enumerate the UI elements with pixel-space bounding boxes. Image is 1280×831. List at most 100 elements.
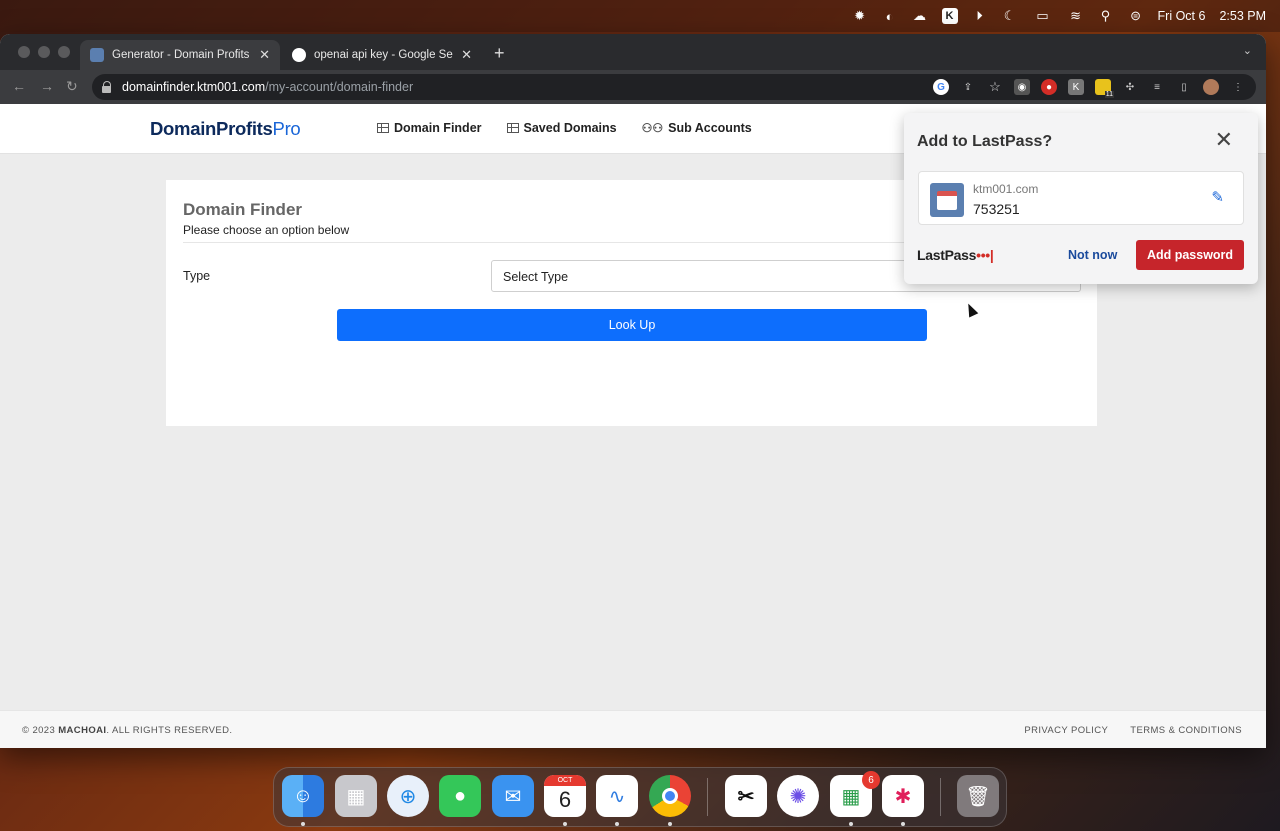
look-up-button[interactable]: Look Up (337, 309, 927, 341)
back-icon[interactable]: ← (12, 78, 26, 94)
app-icon[interactable]: ◐ (882, 8, 898, 24)
extension-badge-icon[interactable]: 11 (1095, 79, 1114, 98)
card-subtitle: Please choose an option below (183, 223, 350, 237)
tab-bar: Generator - Domain Profits Pr ✕ openai a… (0, 34, 1266, 70)
lastpass-extension-icon[interactable]: ● (1041, 79, 1057, 95)
not-now-button[interactable]: Not now (1068, 248, 1117, 262)
calendar-icon (930, 183, 964, 217)
site-footer: © 2023 MACHOAI. ALL RIGHTS RESERVED. PRI… (0, 710, 1266, 748)
running-indicator (849, 822, 853, 826)
nav-label: Sub Accounts (668, 121, 752, 135)
dock-separator (707, 778, 708, 816)
puzzle-icon[interactable]: ✣ (1122, 79, 1138, 95)
pencil-icon[interactable]: ✎ (1211, 188, 1224, 206)
lock-icon[interactable] (102, 81, 112, 93)
reading-list-icon[interactable]: ≡ (1149, 79, 1165, 95)
reload-icon[interactable]: ↻ (66, 78, 78, 95)
creative-cloud-icon[interactable]: ☁ (912, 8, 928, 24)
tab-google-search[interactable]: openai api key - Google Searc ✕ (282, 40, 482, 70)
running-indicator (615, 822, 619, 826)
settings-icon[interactable]: ✹ (852, 8, 868, 24)
messages-icon[interactable]: ● (439, 775, 481, 817)
calendar-app-icon[interactable]: OCT 6 (544, 775, 586, 817)
launchpad-icon[interactable]: ▦ (335, 775, 377, 817)
trash-icon[interactable]: 🗑 (957, 775, 999, 817)
nav-saved-domains[interactable]: Saved Domains (506, 121, 617, 135)
safari-icon[interactable]: ⊕ (387, 775, 429, 817)
running-indicator (668, 822, 672, 826)
wifi-icon[interactable]: ≋ (1068, 8, 1084, 24)
extensions-row: G ⇪ ☆ ◉ ● K 11 ✣ ≡ ▯ ⋮ (933, 74, 1246, 100)
table-icon (506, 123, 519, 133)
menu-bar: ✹ ◐ ☁ K ⏵ ☾ ▭ ≋ ⚲ ⊜ Fri Oct 6 2:53 PM (0, 0, 1280, 32)
browser-toolbar: ← → ↻ domainfinder.ktm001.com/my-account… (0, 70, 1266, 104)
tab-title: Generator - Domain Profits Pr (112, 49, 252, 61)
control-center-icon[interactable]: ⊜ (1128, 8, 1144, 24)
star-icon[interactable]: ☆ (987, 79, 1003, 95)
close-window-button[interactable] (18, 46, 30, 58)
copyright-suffix: . ALL RIGHTS RESERVED. (106, 725, 233, 736)
nav-sub-accounts[interactable]: ⚇⚇ Sub Accounts (642, 121, 752, 135)
privacy-policy-link[interactable]: PRIVACY POLICY (1024, 725, 1108, 736)
app-store-download-icon[interactable]: ▦ 6 (830, 771, 880, 817)
credential-domain: ktm001.com (973, 182, 1039, 196)
slack-icon[interactable]: ✱ (882, 775, 924, 817)
chrome-icon[interactable] (649, 775, 691, 817)
site-favicon-icon (90, 48, 104, 62)
minimize-window-button[interactable] (38, 46, 50, 58)
profile-avatar[interactable] (1203, 79, 1219, 95)
moon-icon[interactable]: ☾ (1002, 8, 1018, 24)
google-favicon-icon (292, 48, 306, 62)
finder-icon[interactable]: ☺ (282, 775, 324, 817)
terms-conditions-link[interactable]: TERMS & CONDITIONS (1130, 725, 1242, 736)
capcut-icon[interactable]: ✂ (725, 775, 767, 817)
k-icon[interactable]: K (941, 8, 958, 24)
play-icon[interactable]: ⏵ (972, 8, 988, 24)
tab-title: openai api key - Google Searc (314, 49, 453, 61)
users-icon: ⚇⚇ (641, 121, 664, 135)
mail-icon[interactable]: ✉ (492, 775, 534, 817)
url-path: /my-account/domain-finder (265, 80, 414, 94)
share-icon[interactable]: ⇪ (960, 79, 976, 95)
dock: ☺ ▦ ⊕ ● ✉ OCT 6 ∿ ✂ ✺ ▦ 6 ✱ 🗑 (273, 767, 1007, 827)
perplexity-icon[interactable]: ✺ (777, 775, 819, 817)
logo-text-main: DomainProfits (150, 118, 273, 139)
menubar-date[interactable]: Fri Oct 6 (1158, 9, 1206, 23)
lastpass-logo-dots: •••| (976, 247, 994, 263)
address-bar[interactable]: domainfinder.ktm001.com/my-account/domai… (92, 74, 1256, 100)
add-password-button[interactable]: Add password (1136, 240, 1244, 270)
table-icon (377, 123, 389, 133)
nav-domain-finder[interactable]: Domain Finder (377, 121, 482, 135)
copyright: © 2023 MACHOAI. ALL RIGHTS RESERVED. (22, 725, 232, 736)
chevron-down-icon[interactable]: ⌄ (1243, 44, 1252, 57)
kebab-menu-icon[interactable]: ⋮ (1230, 79, 1246, 95)
forward-icon[interactable]: → (40, 78, 54, 94)
lastpass-credential: ktm001.com 753251 ✎ (918, 171, 1244, 225)
extension-k-icon[interactable]: K (1068, 79, 1084, 95)
close-tab-icon[interactable]: ✕ (259, 47, 270, 63)
close-icon[interactable]: ✕ (1215, 127, 1233, 153)
site-nav: Domain Finder Saved Domains ⚇⚇ Sub Accou… (377, 121, 752, 135)
footer-links: PRIVACY POLICY TERMS & CONDITIONS (1024, 725, 1242, 736)
freeform-icon[interactable]: ∿ (596, 775, 638, 817)
menubar-time[interactable]: 2:53 PM (1219, 9, 1266, 23)
tab-generator[interactable]: Generator - Domain Profits Pr ✕ (80, 40, 280, 70)
google-icon[interactable]: G (933, 79, 949, 95)
url-host: domainfinder.ktm001.com (122, 80, 266, 94)
nav-label: Domain Finder (394, 121, 482, 135)
side-panel-icon[interactable]: ▯ (1176, 79, 1192, 95)
search-icon[interactable]: ⚲ (1098, 8, 1114, 24)
new-tab-icon[interactable]: + (494, 43, 505, 64)
nav-label: Saved Domains (523, 121, 617, 135)
zoom-window-button[interactable] (58, 46, 70, 58)
battery-icon[interactable]: ▭ (1032, 8, 1054, 24)
camera-icon[interactable]: ◉ (1014, 79, 1030, 95)
calendar-month: OCT (544, 775, 586, 786)
copyright-brand: MACHOAI (58, 725, 107, 736)
site-logo[interactable]: DomainProfitsPro (150, 118, 301, 140)
notification-badge: 6 (862, 771, 880, 789)
running-indicator (901, 822, 905, 826)
running-indicator (563, 822, 567, 826)
copyright-prefix: © 2023 (22, 725, 56, 736)
close-tab-icon[interactable]: ✕ (461, 47, 472, 63)
